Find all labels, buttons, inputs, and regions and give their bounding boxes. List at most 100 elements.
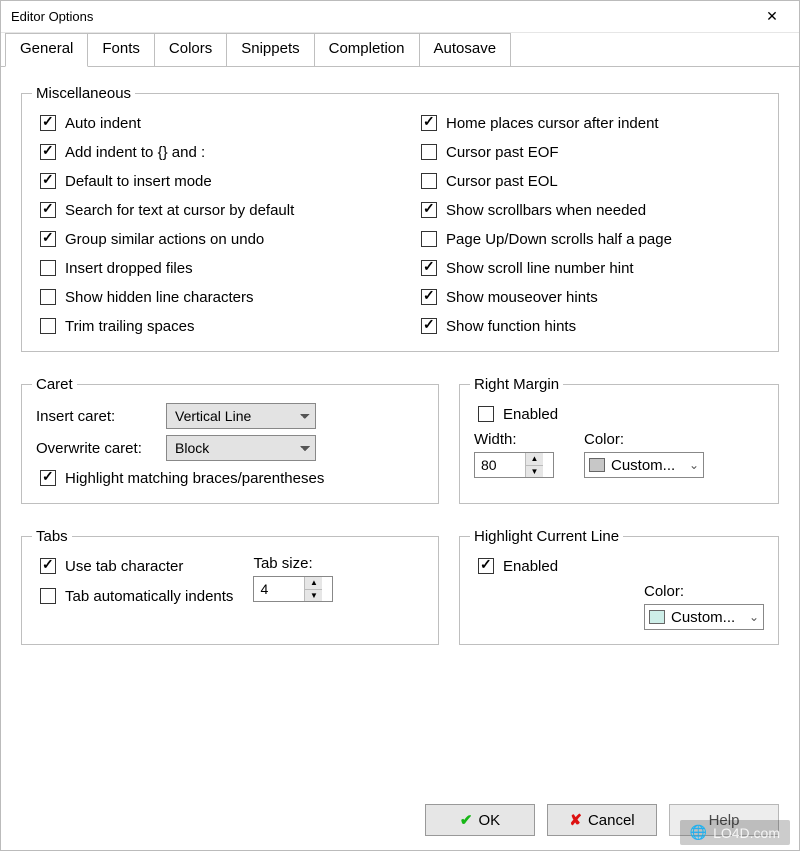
tab-snippets[interactable]: Snippets	[227, 33, 314, 66]
misc-right-label-2: Cursor past EOL	[446, 173, 558, 190]
highlight-line-group: Highlight Current Line Enabled Color: Cu…	[459, 528, 779, 645]
overwrite-caret-select[interactable]: Block	[166, 435, 316, 461]
tab-autosave[interactable]: Autosave	[420, 33, 512, 66]
misc-row: Cursor past EOF	[417, 141, 764, 163]
misc-row: Auto indent	[36, 112, 383, 134]
right-margin-width-label: Width:	[474, 431, 554, 448]
misc-row: Add indent to {} and :	[36, 141, 383, 163]
insert-caret-label: Insert caret:	[36, 408, 156, 425]
misc-right-checkbox-5[interactable]	[421, 260, 437, 276]
highlight-line-enabled-checkbox[interactable]	[478, 558, 494, 574]
tab-completion[interactable]: Completion	[315, 33, 420, 66]
highlight-braces-checkbox[interactable]	[40, 470, 56, 486]
misc-left-checkbox-2[interactable]	[40, 173, 56, 189]
right-margin-enabled-checkbox[interactable]	[478, 406, 494, 422]
tab-auto-indent-checkbox[interactable]	[40, 588, 56, 604]
overwrite-caret-label: Overwrite caret:	[36, 440, 156, 457]
miscellaneous-legend: Miscellaneous	[32, 85, 135, 102]
close-button[interactable]: ✕	[749, 2, 795, 32]
use-tab-char-label: Use tab character	[65, 558, 183, 575]
misc-row: Show scrollbars when needed	[417, 199, 764, 221]
misc-row: Page Up/Down scrolls half a page	[417, 228, 764, 250]
right-margin-legend: Right Margin	[470, 376, 563, 393]
misc-right-checkbox-4[interactable]	[421, 231, 437, 247]
misc-left-checkbox-0[interactable]	[40, 115, 56, 131]
tabs-legend: Tabs	[32, 528, 72, 545]
misc-left-checkbox-5[interactable]	[40, 260, 56, 276]
misc-right-label-7: Show function hints	[446, 318, 576, 335]
tabs-highlight-row: Tabs Use tab character Tab automatically…	[21, 522, 779, 663]
misc-left-checkbox-3[interactable]	[40, 202, 56, 218]
right-margin-width-input[interactable]	[475, 457, 525, 473]
highlight-line-color-value: Custom...	[671, 609, 735, 626]
misc-left-label-6: Show hidden line characters	[65, 289, 253, 306]
help-label: Help	[709, 812, 740, 829]
misc-right-checkbox-2[interactable]	[421, 173, 437, 189]
misc-right-label-6: Show mouseover hints	[446, 289, 598, 306]
right-margin-color-select[interactable]: Custom... ⌄	[584, 452, 704, 478]
misc-right-label-0: Home places cursor after indent	[446, 115, 659, 132]
misc-left-label-3: Search for text at cursor by default	[65, 202, 294, 219]
tab-size-label: Tab size:	[253, 555, 333, 572]
misc-left-label-5: Insert dropped files	[65, 260, 193, 277]
misc-row: Search for text at cursor by default	[36, 199, 383, 221]
misc-right-checkbox-3[interactable]	[421, 202, 437, 218]
spinner-down-icon[interactable]: ▼	[304, 590, 322, 602]
button-bar: ✔ OK ✘ Cancel Help	[1, 790, 799, 850]
highlight-line-color-label: Color:	[644, 583, 764, 600]
misc-right-checkbox-1[interactable]	[421, 144, 437, 160]
right-margin-enabled-label: Enabled	[503, 406, 558, 423]
tab-size-input[interactable]	[254, 581, 304, 597]
misc-right-checkbox-0[interactable]	[421, 115, 437, 131]
misc-left-checkbox-4[interactable]	[40, 231, 56, 247]
highlight-line-legend: Highlight Current Line	[470, 528, 623, 545]
highlight-line-enabled-label: Enabled	[503, 558, 558, 575]
caret-margin-row: Caret Insert caret: Vertical Line Overwr…	[21, 370, 779, 522]
use-tab-char-checkbox[interactable]	[40, 558, 56, 574]
misc-left-checkbox-6[interactable]	[40, 289, 56, 305]
check-icon: ✔	[460, 811, 473, 829]
close-icon: ✕	[766, 8, 778, 25]
tabs: GeneralFontsColorsSnippetsCompletionAuto…	[1, 33, 799, 67]
spinner-up-icon[interactable]: ▲	[304, 577, 322, 590]
tab-fonts[interactable]: Fonts	[88, 33, 155, 66]
chevron-down-icon: ⌄	[749, 610, 759, 624]
right-margin-group: Right Margin Enabled Width: ▲	[459, 376, 779, 504]
tab-size-spinner[interactable]: ▲ ▼	[253, 576, 333, 602]
color-swatch-icon	[589, 458, 605, 472]
misc-left-checkbox-1[interactable]	[40, 144, 56, 160]
help-button[interactable]: Help	[669, 804, 779, 836]
tab-auto-indent-label: Tab automatically indents	[65, 588, 233, 605]
misc-row: Cursor past EOL	[417, 170, 764, 192]
tabs-group: Tabs Use tab character Tab automatically…	[21, 528, 439, 645]
titlebar: Editor Options ✕	[1, 1, 799, 33]
misc-row: Trim trailing spaces	[36, 315, 383, 337]
editor-options-dialog: Editor Options ✕ GeneralFontsColorsSnipp…	[0, 0, 800, 851]
misc-right-checkbox-7[interactable]	[421, 318, 437, 334]
tab-colors[interactable]: Colors	[155, 33, 227, 66]
misc-row: Show scroll line number hint	[417, 257, 764, 279]
highlight-line-color-select[interactable]: Custom... ⌄	[644, 604, 764, 630]
miscellaneous-group: Miscellaneous Auto indent Add indent to {…	[21, 85, 779, 352]
misc-grid: Auto indent Add indent to {} and : Default…	[36, 112, 764, 337]
misc-right-checkbox-6[interactable]	[421, 289, 437, 305]
right-margin-width-spinner[interactable]: ▲ ▼	[474, 452, 554, 478]
x-icon: ✘	[569, 811, 582, 829]
misc-right-label-5: Show scroll line number hint	[446, 260, 634, 277]
spinner-up-icon[interactable]: ▲	[525, 453, 543, 466]
misc-right-label-4: Page Up/Down scrolls half a page	[446, 231, 672, 248]
ok-button[interactable]: ✔ OK	[425, 804, 535, 836]
misc-row: Show function hints	[417, 315, 764, 337]
misc-right-label-3: Show scrollbars when needed	[446, 202, 646, 219]
spinner-down-icon[interactable]: ▼	[525, 466, 543, 478]
misc-left-checkbox-7[interactable]	[40, 318, 56, 334]
cancel-button[interactable]: ✘ Cancel	[547, 804, 657, 836]
tab-general[interactable]: General	[5, 33, 88, 67]
misc-row: Show hidden line characters	[36, 286, 383, 308]
color-swatch-icon	[649, 610, 665, 624]
caret-group: Caret Insert caret: Vertical Line Overwr…	[21, 376, 439, 504]
chevron-down-icon: ⌄	[689, 458, 699, 472]
misc-left-label-4: Group similar actions on undo	[65, 231, 264, 248]
insert-caret-select[interactable]: Vertical Line	[166, 403, 316, 429]
misc-row: Default to insert mode	[36, 170, 383, 192]
